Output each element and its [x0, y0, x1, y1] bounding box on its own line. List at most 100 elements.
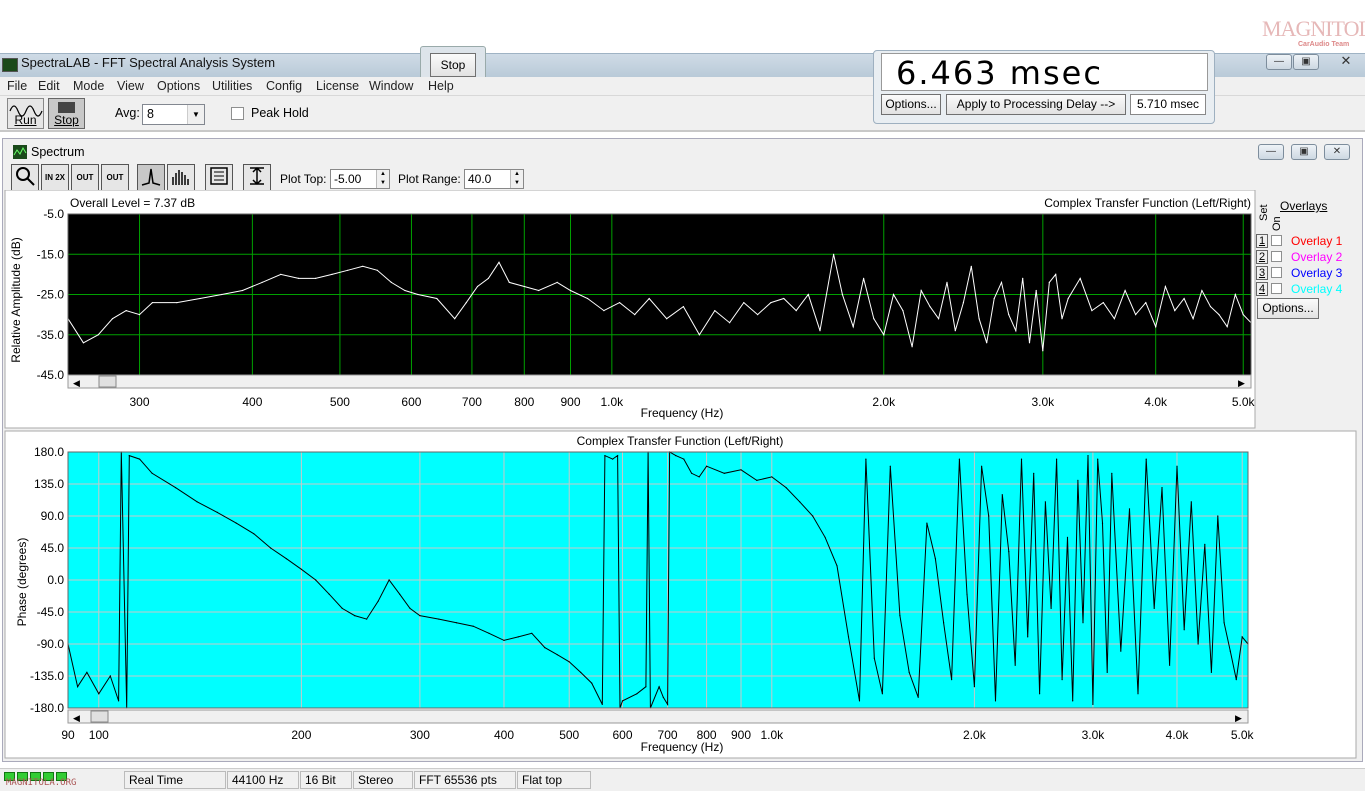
menu-utilities[interactable]: Utilities [212, 79, 252, 93]
bar-plot-icon[interactable] [167, 164, 195, 192]
phase-data-point [253, 533, 255, 535]
plot-top-field[interactable]: -5.00 ▲ ▼ [330, 169, 390, 189]
magnitude-scrollbar[interactable] [67, 374, 1252, 389]
magnitude-data-point [1028, 342, 1031, 344]
overlay-set-button-3[interactable]: 3 [1256, 266, 1268, 280]
menu-options[interactable]: Options [157, 79, 200, 93]
phase-ytick-label: 180.0 [34, 445, 64, 459]
floating-stop-button[interactable]: Stop [430, 53, 476, 77]
phase-data-point [118, 700, 120, 702]
phase-data-point [98, 693, 100, 695]
magnitude-data-point [807, 293, 809, 296]
phase-scroll-right-icon[interactable]: ▶ [1235, 713, 1242, 723]
overlay-set-button-2[interactable]: 2 [1256, 250, 1268, 264]
overlay-set-button-1[interactable]: 1 [1256, 234, 1268, 248]
magnitude-data-point [1067, 297, 1069, 300]
menu-edit[interactable]: Edit [38, 79, 60, 93]
phase-xtick-label: 700 [658, 728, 678, 742]
vertical-scale-icon[interactable] [243, 164, 271, 192]
close-icon[interactable]: ✕ [1331, 54, 1361, 70]
menu-config[interactable]: Config [266, 79, 302, 93]
delay-options-button[interactable]: Options... [881, 94, 941, 115]
scroll-right-icon[interactable]: ▶ [1238, 378, 1245, 388]
phase-data-point [366, 618, 368, 620]
overlay-set-button-4[interactable]: 4 [1256, 282, 1268, 296]
scroll-left-icon[interactable]: ◀ [73, 378, 80, 388]
magnitude-data-point [241, 289, 244, 292]
magnify-icon[interactable] [11, 164, 39, 192]
magnitude-xtick-label: 500 [330, 395, 350, 409]
phase-data-point [836, 565, 838, 567]
menu-license[interactable]: License [316, 79, 359, 93]
run-button[interactable]: Run [7, 98, 44, 129]
spectrum-restore-icon[interactable]: ▣ [1291, 144, 1317, 160]
overlay-row-1: 1 Overlay 1 [1256, 234, 1356, 250]
magnitude-scroll-thumb[interactable] [98, 375, 117, 388]
magnitude-data-point [757, 314, 759, 316]
overlay-checkbox-1[interactable] [1271, 235, 1282, 246]
plot-top-spinner-icon[interactable]: ▲ ▼ [376, 170, 389, 188]
magnitude-xtick-label: 600 [401, 395, 421, 409]
magnitude-data-point [770, 302, 772, 304]
stop-button[interactable]: Stop [48, 98, 85, 129]
status-fft: FFT 65536 pts [414, 771, 516, 789]
run-label: Run [14, 113, 37, 127]
spectrum-minimize-icon[interactable]: — [1258, 144, 1284, 160]
overlay-checkbox-4[interactable] [1271, 283, 1282, 294]
line-plot-icon[interactable] [137, 164, 165, 192]
magnitude-data-point [1183, 297, 1185, 300]
phase-data-point [812, 515, 814, 517]
menu-window[interactable]: Window [369, 79, 413, 93]
phase-data-point [1020, 458, 1023, 460]
apply-delay-button[interactable]: Apply to Processing Delay --> [946, 94, 1126, 115]
menu-view[interactable]: View [117, 79, 144, 93]
phase-scroll-left-icon[interactable]: ◀ [73, 713, 80, 723]
overlays-options-button[interactable]: Options... [1257, 298, 1319, 319]
phase-data-point [706, 465, 708, 467]
zoom-out-full-button[interactable]: OUT FULL [101, 164, 129, 208]
chevron-down-icon[interactable]: ▼ [187, 105, 204, 124]
phase-scrollbar[interactable] [67, 709, 1249, 724]
overlay-checkbox-3[interactable] [1271, 267, 1282, 278]
phase-scroll-thumb[interactable] [90, 710, 109, 723]
peak-hold-checkbox[interactable] [231, 107, 244, 120]
zoom-out-2x-button[interactable]: OUT 2X [71, 164, 99, 208]
delay-value-field[interactable]: 5.710 msec [1130, 94, 1206, 115]
minimize-icon[interactable]: — [1266, 54, 1292, 70]
magnitude-data-point [1015, 330, 1017, 332]
magnitude-data-point [1218, 314, 1220, 316]
magnitude-data-point [97, 334, 99, 336]
phase-data-point [799, 501, 801, 503]
menu-mode[interactable]: Mode [73, 79, 104, 93]
magnitude-data-point [1113, 318, 1115, 320]
menu-help[interactable]: Help [428, 79, 454, 93]
magnitude-xtick-label: 2.0k [872, 395, 896, 409]
magnitude-data-point [125, 310, 127, 312]
spectrum-close-icon[interactable]: ✕ [1324, 144, 1350, 160]
avg-select[interactable]: 8 ▼ [142, 104, 205, 125]
avg-value: 8 [147, 107, 154, 121]
overlay-checkbox-2[interactable] [1271, 251, 1282, 262]
zoom-in-2x-button[interactable]: IN 2X [41, 164, 69, 192]
phase-data-point [958, 458, 961, 460]
avg-label: Avg: [115, 106, 140, 120]
magnitude-ytick-label: -45.0 [37, 368, 65, 382]
phase-data-point [300, 568, 302, 570]
plot-range-field[interactable]: 40.0 ▲ ▼ [464, 169, 524, 189]
menu-file[interactable]: File [7, 79, 27, 93]
magnitude-data-point [634, 314, 636, 316]
overlays-header[interactable]: Overlays [1280, 199, 1327, 213]
phase-xtick-label: 3.0k [1082, 728, 1106, 742]
phase-data-point [580, 671, 582, 673]
magnitude-data-point [221, 293, 223, 296]
settings-panel-icon[interactable] [205, 164, 233, 192]
magnitude-data-point [1226, 326, 1228, 328]
status-window: Flat top [517, 771, 591, 789]
phase-data-point [1190, 501, 1192, 503]
phase-data-point [1161, 487, 1163, 489]
plot-range-spinner-icon[interactable]: ▲ ▼ [510, 170, 523, 188]
magnitude-x-label: Frequency (Hz) [641, 406, 724, 420]
phase-data-point [771, 476, 773, 478]
maximize-icon[interactable]: ▣ [1293, 54, 1319, 70]
phase-data-point [698, 476, 700, 478]
